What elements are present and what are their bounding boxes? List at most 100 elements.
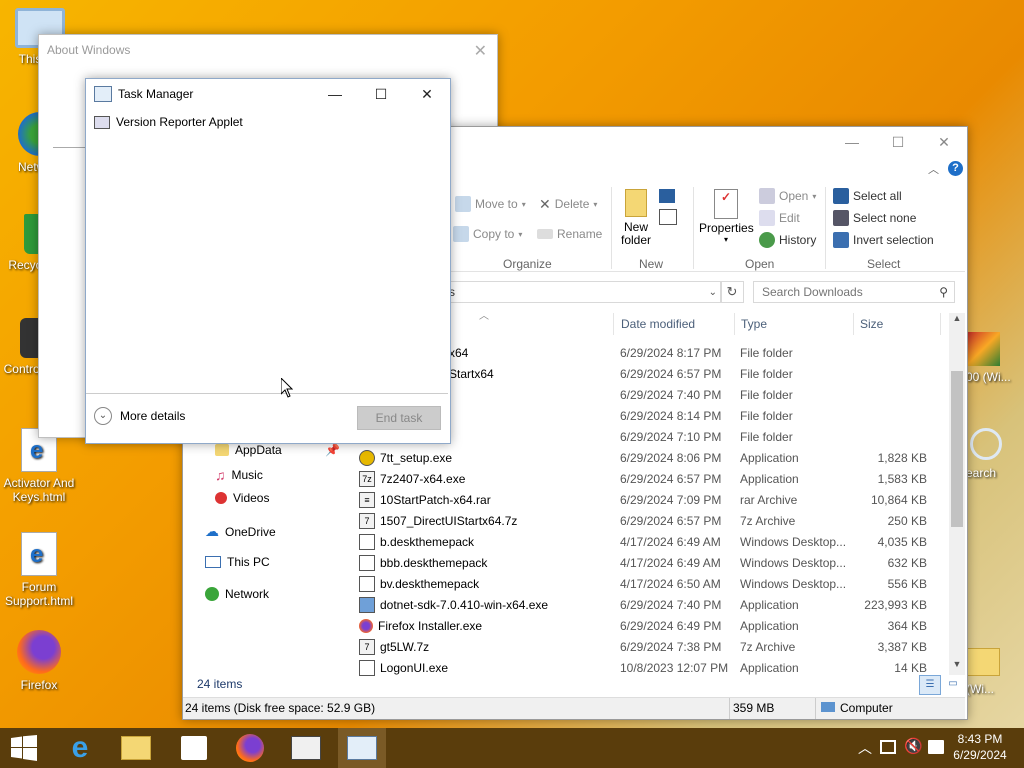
column-header-type[interactable]: Type bbox=[734, 313, 857, 335]
table-row[interactable]: b.deskthemepack 4/17/2024 6:49 AM Windows… bbox=[183, 531, 943, 552]
more-details-button[interactable]: ⌄ More details bbox=[94, 407, 185, 425]
task-manager-icon bbox=[347, 736, 377, 760]
column-header-size[interactable]: Size bbox=[853, 313, 941, 335]
refresh-button[interactable]: ↻ bbox=[720, 281, 744, 303]
details-view-button[interactable]: ☰ bbox=[919, 675, 941, 695]
file-name: 1507_DirectUIStartx64.7z bbox=[380, 513, 518, 528]
document-icon bbox=[359, 533, 375, 550]
clock-time: 8:43 PM bbox=[957, 732, 1003, 746]
properties-icon: ✓ bbox=[714, 189, 738, 219]
taskbar-internet-explorer[interactable]: e bbox=[56, 728, 104, 768]
sort-arrow-icon: ︿ bbox=[479, 311, 489, 322]
copy-to-button[interactable]: Copy to ▾ bbox=[453, 223, 522, 245]
help-icon[interactable]: ? bbox=[948, 161, 963, 176]
desktop-icon-right-1[interactable]: 00 (Wi... bbox=[966, 332, 1024, 384]
taskbar-task-manager[interactable] bbox=[338, 728, 386, 768]
windows-logo-icon bbox=[11, 735, 37, 761]
desktop-icon-label: (Wi... bbox=[966, 682, 994, 696]
move-to-button[interactable]: Move to ▾ bbox=[455, 193, 526, 215]
edit-button[interactable]: Edit bbox=[759, 207, 800, 229]
table-row[interactable]: 7tt_setup.exe 6/29/2024 8:06 PM Applicati… bbox=[183, 447, 943, 468]
table-row[interactable]: Firefox Installer.exe 6/29/2024 6:49 PM A… bbox=[183, 615, 943, 636]
vertical-scrollbar[interactable]: ▲ ▼ bbox=[949, 313, 965, 675]
invert-selection-button[interactable]: Invert selection bbox=[833, 229, 934, 251]
minimize-button[interactable]: — bbox=[829, 127, 875, 157]
music-icon: ♫ bbox=[215, 467, 226, 483]
desktop-icon-right-3[interactable]: (Wi... bbox=[966, 648, 1024, 696]
divider bbox=[86, 393, 448, 394]
network-icon[interactable] bbox=[880, 740, 896, 754]
scroll-up-icon[interactable]: ▲ bbox=[949, 313, 965, 329]
address-bar[interactable]: s ⌄ bbox=[438, 281, 722, 303]
taskbar-file-explorer[interactable] bbox=[112, 728, 160, 768]
maximize-button[interactable]: ☐ bbox=[875, 127, 921, 157]
table-row[interactable]: LogonUI.exe 10/8/2023 12:07 PM Applicatio… bbox=[183, 657, 943, 677]
scroll-down-icon[interactable]: ▼ bbox=[949, 659, 965, 675]
maximize-button[interactable]: ☐ bbox=[358, 79, 404, 109]
history-button[interactable]: History bbox=[759, 229, 816, 251]
scrollbar-thumb[interactable] bbox=[951, 371, 963, 527]
table-row[interactable]: bbb.deskthemepack 4/17/2024 6:49 AM Windo… bbox=[183, 552, 943, 573]
status-bar: 24 items (Disk free space: 52.9 GB) 359 … bbox=[183, 697, 965, 719]
table-row[interactable]: dotnet-sdk-7.0.410-win-x64.exe 6/29/2024… bbox=[183, 594, 943, 615]
nav-item-videos[interactable]: Videos bbox=[215, 491, 269, 505]
table-row[interactable]: bv.deskthemepack 4/17/2024 6:50 AM Window… bbox=[183, 573, 943, 594]
desktop-icon-label: Firefox bbox=[20, 678, 58, 692]
table-row[interactable]: 7 gt5LW.7z 6/29/2024 7:38 PM 7z Archive 3,3… bbox=[183, 636, 943, 657]
history-icon bbox=[759, 232, 775, 248]
onedrive-icon: ☁ bbox=[205, 523, 219, 539]
properties-button[interactable]: ✓ Properties ▾ bbox=[699, 189, 754, 244]
clock[interactable]: 8:43 PM 6/29/2024 bbox=[948, 731, 1012, 763]
column-header-date[interactable]: Date modified bbox=[613, 313, 741, 335]
nav-item-this-pc[interactable]: This PC bbox=[205, 555, 270, 569]
file-name: LogonUI.exe bbox=[380, 660, 449, 675]
show-hidden-icons-button[interactable]: ︿ bbox=[858, 738, 872, 758]
table-row[interactable]: ≡ 10StartPatch-x64.rar 6/29/2024 7:09 PM r… bbox=[183, 489, 943, 510]
window-title: About Windows bbox=[47, 43, 131, 57]
select-all-button[interactable]: Select all bbox=[833, 185, 902, 207]
large-icons-view-button[interactable]: ▭ bbox=[943, 675, 963, 693]
close-button[interactable]: ✕ bbox=[921, 127, 967, 157]
select-none-button[interactable]: Select none bbox=[833, 207, 916, 229]
file-name: bv.deskthemepack bbox=[380, 576, 480, 591]
desktop-icon-firefox[interactable]: Firefox bbox=[0, 630, 79, 692]
nav-item-music[interactable]: ♫ Music bbox=[215, 467, 263, 483]
close-button[interactable]: ✕ bbox=[404, 79, 450, 109]
chevron-down-icon[interactable]: ⌄ bbox=[709, 287, 717, 298]
search-input[interactable] bbox=[760, 284, 934, 300]
action-center-icon[interactable] bbox=[928, 740, 944, 754]
desktop-icon-activator[interactable]: e Activator And Keys.html bbox=[0, 428, 79, 504]
desktop-icon-forum-support[interactable]: e Forum Support.html bbox=[0, 532, 79, 608]
search-box[interactable]: ⚲ bbox=[753, 281, 955, 303]
new-item-button[interactable] bbox=[659, 189, 683, 225]
taskbar-version-reporter[interactable] bbox=[282, 728, 330, 768]
ribbon-collapse-icon[interactable]: ︿ bbox=[928, 161, 939, 177]
file-name: 10StartPatch-x64.rar bbox=[380, 492, 491, 507]
divider bbox=[693, 187, 694, 269]
start-button[interactable] bbox=[0, 728, 48, 768]
taskbar-firefox[interactable] bbox=[226, 728, 274, 768]
computer-icon bbox=[821, 702, 835, 712]
rename-button[interactable]: Rename bbox=[537, 223, 602, 245]
new-folder-button[interactable]: New folder bbox=[621, 189, 651, 247]
volume-muted-icon[interactable]: 🔇 bbox=[904, 737, 923, 755]
table-row[interactable]: 7z 7z2407-x64.exe 6/29/2024 6:57 PM Applic… bbox=[183, 468, 943, 489]
minimize-button[interactable]: — bbox=[312, 79, 358, 109]
taskbar-store[interactable] bbox=[170, 728, 218, 768]
nav-item-network[interactable]: Network bbox=[205, 587, 269, 601]
ribbon-group-new: New bbox=[639, 257, 664, 271]
archive-icon: ≡ bbox=[359, 491, 375, 508]
about-windows-titlebar[interactable]: About Windows bbox=[39, 35, 497, 65]
open-button[interactable]: Open ▾ bbox=[759, 185, 816, 207]
list-item[interactable]: Version Reporter Applet bbox=[94, 115, 243, 129]
chevron-down-icon: ⌄ bbox=[94, 407, 112, 425]
nav-item-onedrive[interactable]: ☁ OneDrive bbox=[205, 523, 276, 540]
desktop-icon-right-2[interactable]: earch bbox=[966, 428, 1024, 480]
file-name: b.deskthemepack bbox=[380, 534, 475, 549]
close-icon[interactable]: ✕ bbox=[474, 41, 487, 61]
end-task-button[interactable]: End task bbox=[357, 406, 441, 430]
task-manager-window[interactable]: Task Manager — ☐ ✕ Version Reporter Appl… bbox=[85, 78, 451, 444]
table-row[interactable]: 7 1507_DirectUIStartx64.7z 6/29/2024 6:57… bbox=[183, 510, 943, 531]
nav-item-appdata[interactable]: AppData 📌 bbox=[215, 443, 340, 457]
delete-button[interactable]: ✕ Delete ▾ bbox=[539, 193, 597, 215]
